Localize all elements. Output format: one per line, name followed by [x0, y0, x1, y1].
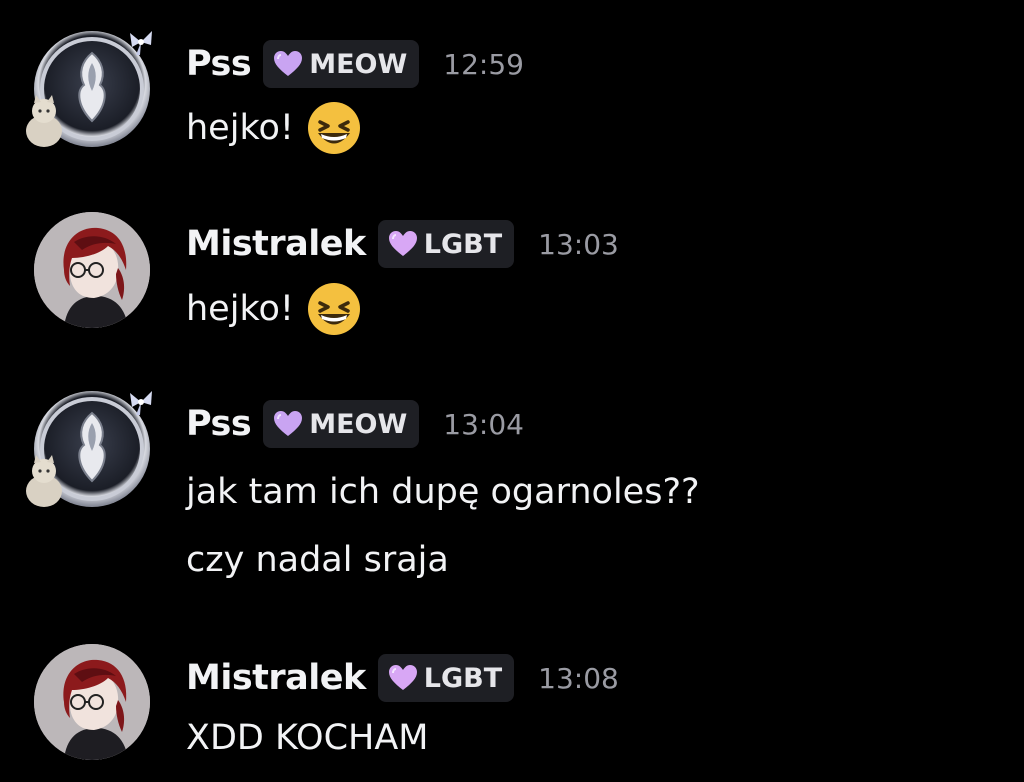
timestamp: 13:04: [443, 407, 524, 441]
role-tag[interactable]: LGBT: [377, 654, 515, 702]
heart-icon: [274, 51, 303, 76]
bow-icon: [130, 391, 152, 415]
heart-icon: [388, 231, 417, 256]
message-text: hejko!: [186, 100, 362, 156]
role-tag[interactable]: LGBT: [377, 220, 515, 268]
timestamp: 12:59: [443, 47, 524, 81]
message-header: Pss MEOW 12:59: [186, 38, 524, 90]
message-header: Pss MEOW 13:04: [186, 398, 524, 450]
grinning-squinting-face-icon: [307, 102, 360, 154]
cat-icon: [26, 455, 62, 507]
message-line: hejko!: [186, 108, 294, 148]
role-tag[interactable]: MEOW: [263, 400, 420, 448]
username[interactable]: Pss: [186, 44, 252, 84]
timestamp: 13:08: [538, 661, 619, 695]
avatar[interactable]: [34, 644, 150, 760]
role-tag-label: MEOW: [309, 408, 408, 440]
avatar[interactable]: [26, 391, 152, 507]
avatar-portrait: [34, 644, 150, 760]
role-tag-label: LGBT: [423, 662, 503, 694]
bow-icon: [130, 31, 152, 55]
emblem-icon: [78, 411, 106, 483]
username[interactable]: Mistralek: [186, 658, 366, 698]
message-text: czy nadal sraja: [186, 534, 449, 586]
message-text: hejko!: [186, 280, 362, 338]
role-tag[interactable]: MEOW: [263, 40, 420, 88]
username[interactable]: Mistralek: [186, 224, 366, 264]
grinning-squinting-face-icon: [307, 283, 360, 335]
timestamp: 13:03: [538, 227, 619, 261]
cat-icon: [26, 95, 62, 147]
heart-icon: [274, 411, 303, 436]
avatar[interactable]: [26, 31, 152, 147]
avatar-portrait: [34, 212, 150, 328]
message-line: czy nadal sraja: [186, 540, 449, 580]
message-text: XDD KOCHAM: [186, 712, 429, 764]
message-line: XDD KOCHAM: [186, 718, 429, 758]
message-line: hejko!: [186, 289, 294, 329]
message-text: jak tam ich dupę ogarnoles??: [186, 466, 700, 518]
emblem-icon: [78, 51, 106, 123]
role-tag-label: MEOW: [309, 48, 408, 80]
message-header: Mistralek LGBT 13:08: [186, 652, 619, 704]
avatar[interactable]: [34, 212, 150, 328]
message-header: Mistralek LGBT 13:03: [186, 218, 619, 270]
heart-icon: [388, 665, 417, 690]
username[interactable]: Pss: [186, 404, 252, 444]
role-tag-label: LGBT: [423, 228, 503, 260]
message-line: jak tam ich dupę ogarnoles??: [186, 472, 700, 512]
